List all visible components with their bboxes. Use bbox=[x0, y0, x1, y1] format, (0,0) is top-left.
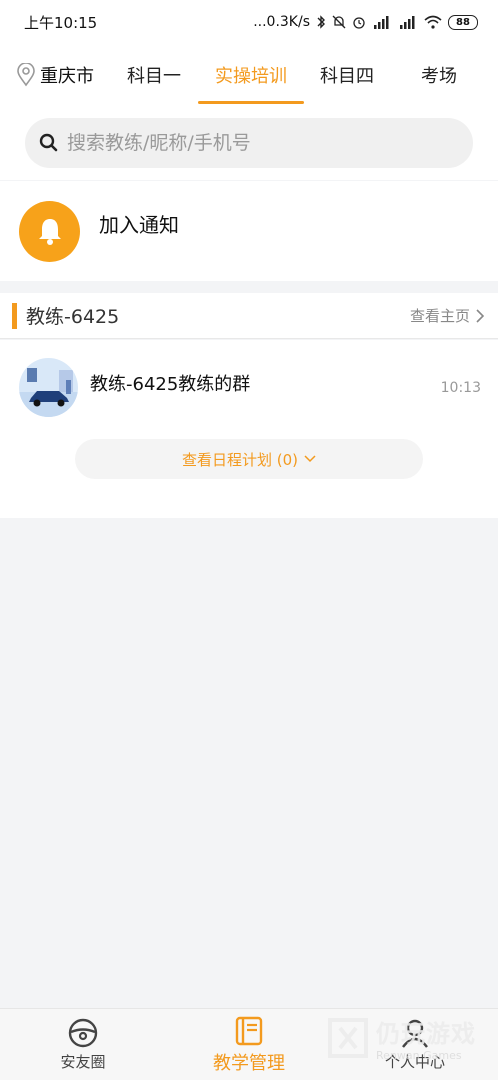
status-time: 上午10:15 bbox=[24, 13, 98, 32]
search-area bbox=[0, 106, 498, 180]
coach-header: 教练-6425 查看主页 bbox=[0, 293, 498, 339]
city-label: 重庆市 bbox=[40, 66, 94, 87]
view-homepage-label: 查看主页 bbox=[409, 307, 470, 325]
join-notice-label: 加入通知 bbox=[99, 212, 179, 237]
view-homepage-link[interactable]: 查看主页 bbox=[410, 305, 484, 326]
status-bar: 上午10:15 ...0.3K/s 88 bbox=[0, 0, 498, 44]
group-name: 教练-6425教练的群 bbox=[90, 374, 251, 395]
bottom-nav-teaching[interactable]: 教学管理 bbox=[166, 1009, 332, 1080]
join-notice-row[interactable]: 加入通知 bbox=[0, 181, 498, 281]
alarm-icon bbox=[353, 17, 365, 29]
view-schedule-button[interactable]: 查看日程计划 (0) bbox=[75, 439, 423, 479]
battery-indicator: 88 bbox=[448, 14, 478, 30]
bottom-nav-community[interactable]: 安友圈 bbox=[0, 1009, 166, 1080]
signal-icon bbox=[374, 16, 389, 29]
tab-subject-four[interactable]: 科目四 bbox=[304, 44, 390, 106]
group-time: 10:13 bbox=[440, 380, 481, 396]
bottom-nav-community-label: 安友圈 bbox=[60, 1053, 106, 1071]
steering-wheel-icon bbox=[68, 1018, 98, 1048]
view-schedule-label: 查看日程计划 (0) bbox=[181, 450, 299, 469]
signal-icon-2 bbox=[400, 16, 415, 29]
bell-icon-badge bbox=[19, 200, 80, 262]
status-icons: ...0.3K/s 88 bbox=[253, 14, 478, 30]
group-card: 教练-6425教练的群 10:13 查看日程计划 (0) bbox=[0, 340, 498, 518]
location-pin-icon bbox=[17, 63, 35, 87]
watermark-cn: 仍玩游戏 bbox=[376, 1020, 476, 1048]
accent-bar bbox=[12, 302, 17, 329]
network-speed: ...0.3K/s bbox=[253, 14, 310, 30]
tab-subject-one[interactable]: 科目一 bbox=[110, 44, 198, 106]
search-box[interactable] bbox=[25, 118, 473, 168]
search-input[interactable] bbox=[67, 132, 447, 154]
search-icon bbox=[39, 133, 58, 152]
bell-icon bbox=[38, 219, 61, 245]
watermark: 仍玩游戏 Renwan Games bbox=[326, 1014, 476, 1062]
group-avatar bbox=[19, 358, 78, 417]
top-nav: 重庆市 科目一 实操培训 科目四 考场 bbox=[0, 44, 498, 106]
bluetooth-icon bbox=[317, 15, 325, 29]
city-selector[interactable]: 重庆市 bbox=[0, 62, 110, 88]
chevron-down-icon bbox=[304, 455, 316, 463]
coach-name: 教练-6425 bbox=[26, 306, 120, 328]
bottom-nav-teaching-label: 教学管理 bbox=[213, 1052, 285, 1074]
group-row[interactable]: 教练-6425教练的群 10:13 bbox=[19, 358, 481, 418]
wifi-icon bbox=[424, 15, 442, 29]
mute-bell-icon bbox=[332, 15, 346, 29]
tab-exam-site[interactable]: 考场 bbox=[390, 44, 488, 106]
watermark-logo-icon bbox=[328, 1018, 368, 1058]
book-icon bbox=[235, 1016, 263, 1045]
watermark-en: Renwan Games bbox=[376, 1049, 462, 1062]
chevron-right-icon bbox=[476, 308, 484, 323]
tab-practical-training[interactable]: 实操培训 bbox=[198, 44, 304, 106]
